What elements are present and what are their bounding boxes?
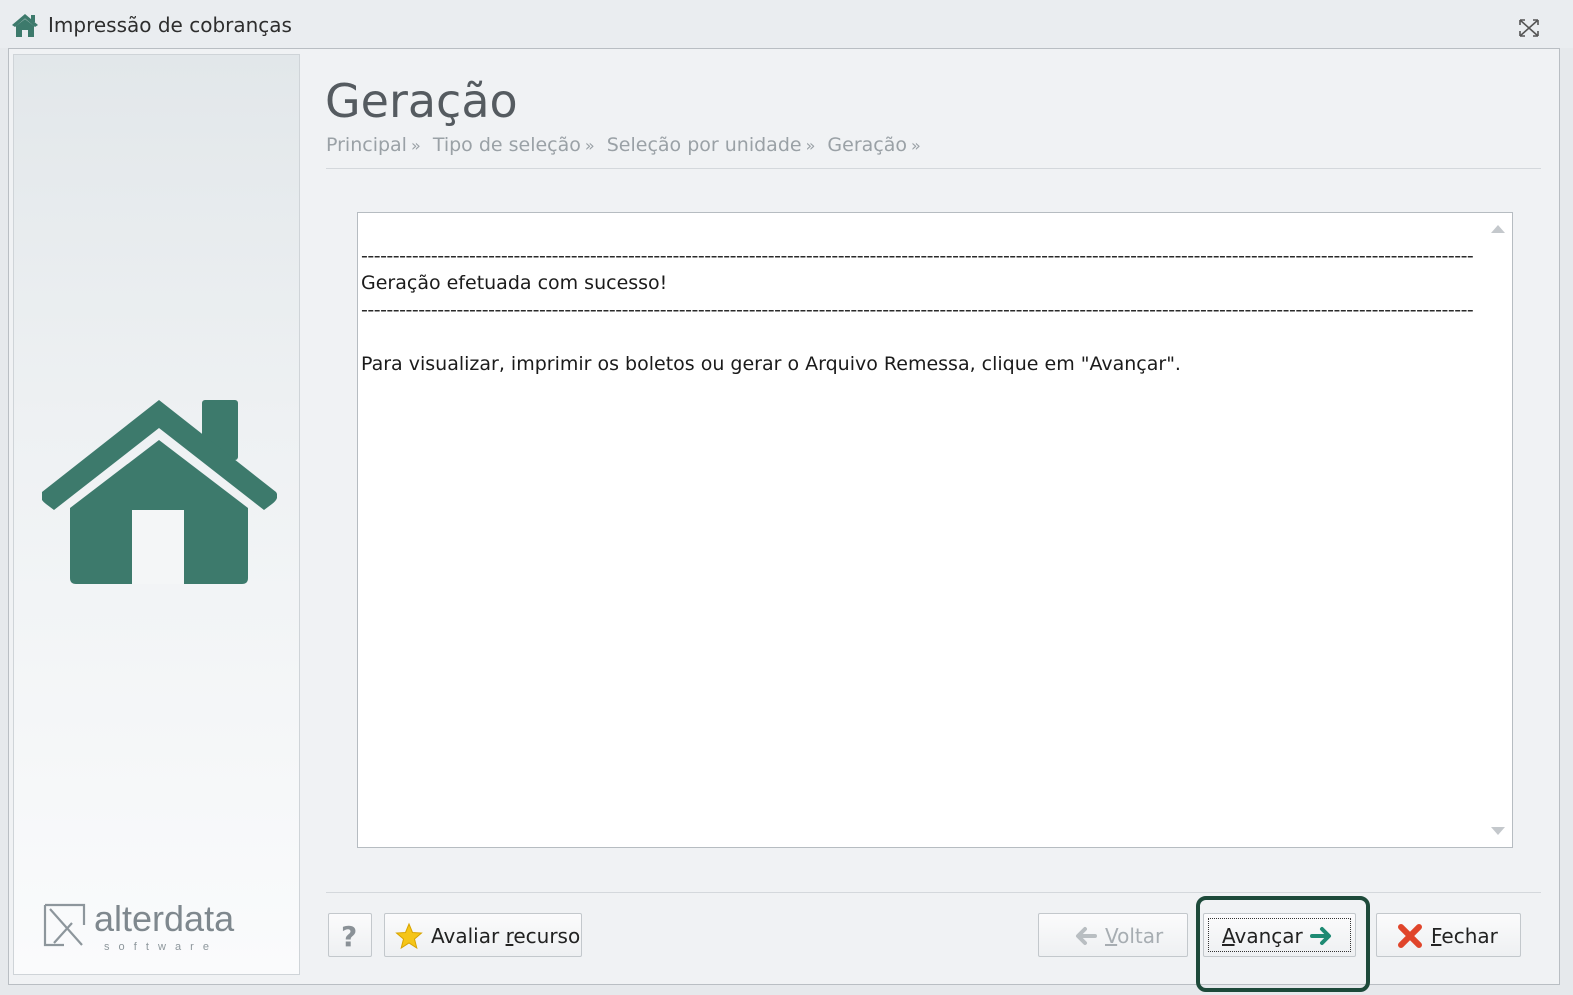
breadcrumb-separator: » [410, 136, 421, 155]
help-button[interactable]: ? [328, 913, 372, 957]
wizard-sidebar: alterdata s o f t w a r e [13, 54, 300, 975]
alterdata-logo: alterdata s o f t w a r e [43, 898, 235, 953]
brand-tagline: s o f t w a r e [104, 941, 212, 953]
log-separator-top: ----------------------------------------… [361, 245, 1474, 267]
breadcrumb-item-tipo-selecao: Tipo de seleção [432, 134, 581, 156]
rate-feature-label: Avaliar recurso [431, 924, 581, 948]
window-title: Impressão de cobranças [48, 13, 292, 37]
scroll-down-arrow-icon[interactable] [1491, 827, 1505, 835]
arrow-right-icon [1310, 927, 1331, 945]
window-close-icon[interactable] [1516, 16, 1542, 40]
header-divider [326, 168, 1541, 169]
breadcrumb-item-selecao-unidade: Seleção por unidade [606, 134, 802, 156]
log-blank-line [361, 324, 1476, 351]
footer-divider [326, 892, 1541, 893]
next-button-label: Avançar [1222, 924, 1303, 948]
close-button[interactable]: Fechar [1376, 913, 1521, 957]
title-bar[interactable]: Impressão de cobranças [0, 0, 1573, 48]
scroll-up-arrow-icon[interactable] [1491, 225, 1505, 233]
rate-feature-button[interactable]: Avaliar recurso [384, 913, 582, 957]
log-separator-bottom: ----------------------------------------… [361, 299, 1474, 321]
help-button-label: ? [341, 920, 358, 953]
vertical-scrollbar[interactable] [1482, 213, 1512, 847]
home-icon [42, 400, 277, 584]
home-icon [12, 14, 38, 37]
arrow-left-icon [1076, 927, 1097, 945]
log-success-message: Geração efetuada com sucesso! [361, 272, 668, 294]
breadcrumb-separator: » [584, 136, 595, 155]
close-button-label: Fechar [1431, 924, 1498, 948]
log-instruction: Para visualizar, imprimir os boletos ou … [361, 353, 1181, 375]
brand-name: alterdata [94, 898, 235, 939]
breadcrumb-item-principal: Principal [326, 134, 407, 156]
back-button[interactable]: Voltar [1038, 913, 1188, 957]
star-icon [395, 922, 423, 950]
log-textarea[interactable]: ----------------------------------------… [357, 212, 1513, 848]
page-title: Geração [325, 74, 518, 128]
breadcrumb: Principal» Tipo de seleção» Seleção por … [326, 134, 927, 156]
breadcrumb-separator: » [805, 136, 816, 155]
next-button[interactable]: Avançar [1203, 913, 1356, 957]
breadcrumb-separator: » [911, 136, 921, 155]
back-button-label: Voltar [1105, 924, 1164, 948]
breadcrumb-item-geracao: Geração [827, 134, 908, 156]
dialog-window: Impressão de cobranças alterdata s o f t… [0, 0, 1573, 995]
log-content: ----------------------------------------… [361, 243, 1476, 378]
close-x-icon [1398, 924, 1422, 948]
